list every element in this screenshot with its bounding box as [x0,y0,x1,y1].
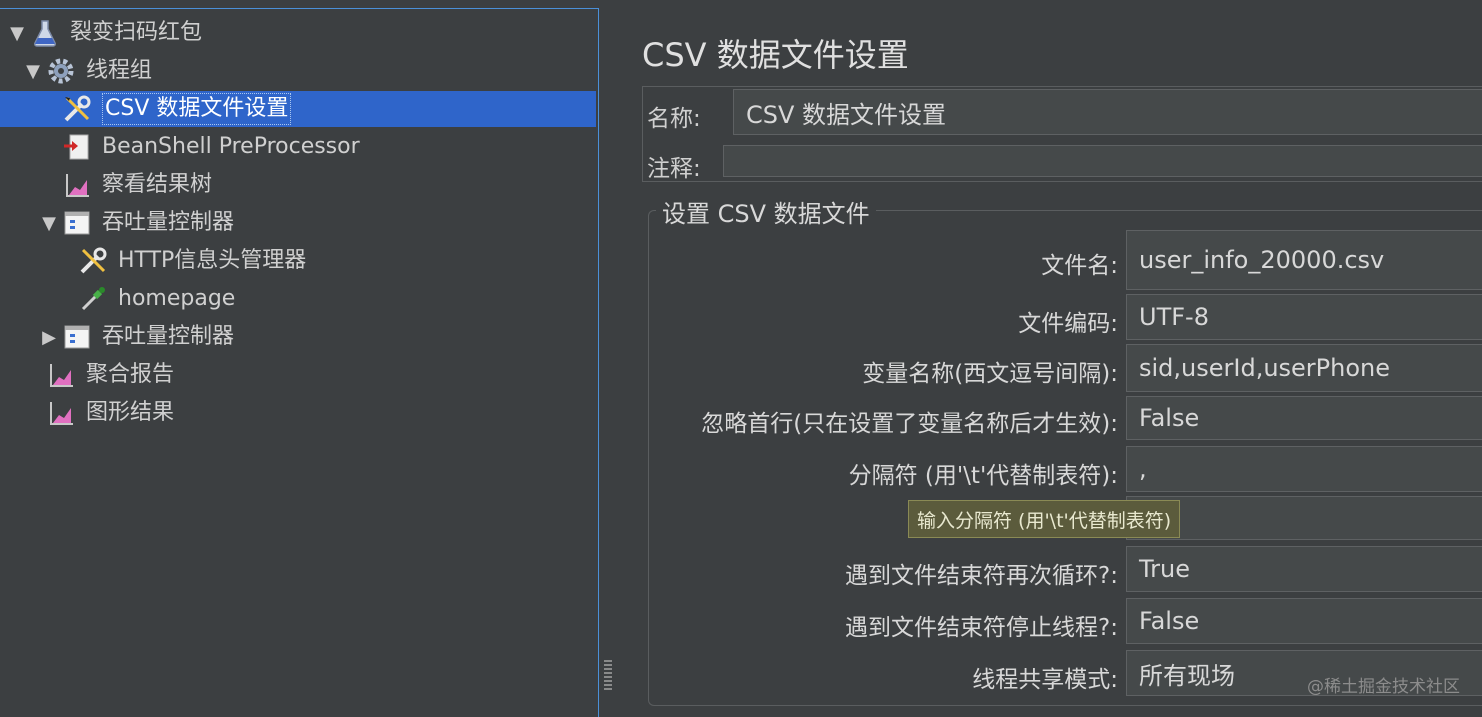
tree-node-label: BeanShell PreProcessor [102,134,360,159]
ignore-first-line-field[interactable]: False [1126,396,1482,440]
comment-label: 注释: [647,156,701,182]
delimiter-tooltip: 输入分隔符 (用'\t'代替制表符) [908,500,1181,538]
variable-names-label: 变量名称(西文逗号间隔): [862,361,1118,387]
tree-node-graph-results[interactable]: 图形结果 [44,395,174,431]
comment-field[interactable] [723,145,1482,177]
name-field[interactable]: CSV 数据文件设置 [733,89,1482,135]
wrench-screwdriver-icon [76,245,110,277]
stop-thread-on-eof-field[interactable]: False [1126,598,1482,644]
tree-node-beanshell-preprocessor[interactable]: BeanShell PreProcessor [60,129,360,165]
tree-node-csv-data-set[interactable]: CSV 数据文件设置 [0,91,596,127]
tree-node-throughput-controller-1[interactable]: ▼ 吞吐量控制器 [38,205,234,241]
wrench-screwdriver-icon [60,93,94,125]
tree-node-label: 吞吐量控制器 [102,324,235,349]
watermark: @稀土掘金技术社区 [1307,677,1460,697]
tree-node-label: CSV 数据文件设置 [102,93,292,125]
file-encoding-field[interactable]: UTF-8 [1126,294,1482,340]
tree-node-label: 线程组 [86,58,153,83]
filename-label: 文件名: [1041,253,1118,279]
expand-arrow-icon[interactable]: ▼ [22,61,44,82]
filename-field[interactable]: user_info_20000.csv [1126,230,1482,290]
tree-node-label: 聚合报告 [86,362,175,387]
splitter-grip-icon[interactable] [604,660,612,692]
tree-node-label: 图形结果 [86,400,175,425]
tree-node-throughput-controller-2[interactable]: ▶ 吞吐量控制器 [38,319,234,355]
tree-node-test-plan[interactable]: ▼ 裂变扫码红包 [6,15,202,51]
listener-chart-icon [44,359,78,391]
group-title: 设置 CSV 数据文件 [656,194,876,229]
expand-arrow-icon[interactable]: ▶ [38,327,60,348]
tree-node-homepage[interactable]: homepage [76,281,235,317]
csv-config-panel: CSV 数据文件设置 名称: CSV 数据文件设置 注释: 设置 CSV 数据文… [620,0,1482,716]
pipette-sampler-icon [76,283,110,315]
tree-node-label: HTTP信息头管理器 [118,248,307,273]
stop-thread-on-eof-label: 遇到文件结束符停止线程?: [845,615,1118,641]
ignore-first-line-label: 忽略首行(只在设置了变量名称后才生效): [701,411,1118,437]
tree-node-http-header-manager[interactable]: HTTP信息头管理器 [76,243,306,279]
recycle-on-eof-label: 遇到文件结束符再次循环?: [845,563,1118,589]
controller-icon [60,207,94,239]
tree-node-view-results-tree[interactable]: 察看结果树 [60,167,212,203]
tree-node-thread-group[interactable]: ▼ 线程组 [22,53,152,89]
listener-chart-icon [60,169,94,201]
tree-node-label: 裂变扫码红包 [70,20,203,45]
variable-names-field[interactable]: sid,userId,userPhone [1126,344,1482,392]
listener-chart-icon [44,397,78,429]
tree-node-label: 察看结果树 [102,172,213,197]
flask-icon [28,17,62,49]
controller-icon [60,321,94,353]
tree-node-aggregate-report[interactable]: 聚合报告 [44,357,174,393]
file-encoding-label: 文件编码: [1018,311,1118,337]
gear-icon [44,55,78,87]
tree-node-label: 吞吐量控制器 [102,210,235,235]
expand-arrow-icon[interactable]: ▼ [6,23,28,44]
split-pane-divider[interactable] [599,0,619,716]
expand-arrow-icon[interactable]: ▼ [38,213,60,234]
sharing-mode-label: 线程共享模式: [972,667,1118,693]
test-plan-tree[interactable]: ▼ 裂变扫码红包 ▼ 线程组 CSV 数据文件设置 BeanShell PreP… [0,8,599,717]
preprocessor-icon [60,131,94,163]
delimiter-label: 分隔符 (用'\t'代替制表符): [848,463,1118,489]
name-label: 名称: [647,106,701,132]
delimiter-field[interactable]: , [1126,446,1482,492]
recycle-on-eof-field[interactable]: True [1126,546,1482,592]
tree-node-label: homepage [118,286,236,311]
name-comment-box: 名称: CSV 数据文件设置 注释: [642,86,1482,182]
page-title: CSV 数据文件设置 [642,36,909,74]
